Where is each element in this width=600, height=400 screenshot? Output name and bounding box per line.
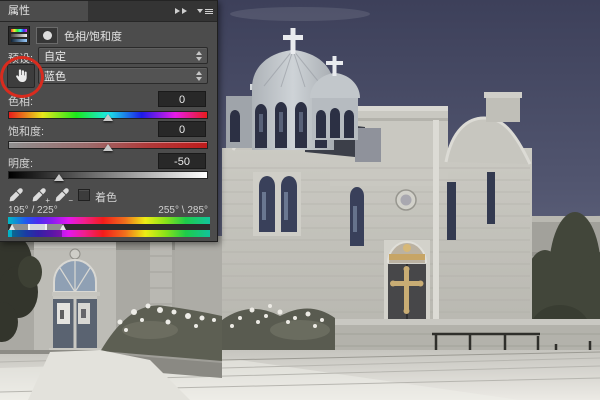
dropdown-spinner-icon xyxy=(196,51,202,61)
preset-value: 自定 xyxy=(44,48,66,64)
eyedropper-minus-icon[interactable]: − xyxy=(54,187,70,203)
lightness-slider-thumb[interactable] xyxy=(54,174,64,181)
targeted-adjustment-button[interactable] xyxy=(7,64,35,88)
saturation-value[interactable]: 0 xyxy=(158,121,206,137)
colorize-label: 着色 xyxy=(95,189,117,205)
range-degrees-left: 195° / 225° xyxy=(8,205,58,216)
saturation-slider-thumb[interactable] xyxy=(103,144,113,151)
eyedropper-plus-icon[interactable]: + xyxy=(31,187,47,203)
adjustment-title: 色相/饱和度 xyxy=(64,28,122,44)
hue-slider[interactable] xyxy=(8,111,208,119)
hue-label: 色相: xyxy=(8,93,33,109)
channel-dropdown[interactable]: 蓝色 xyxy=(38,67,208,84)
hue-slider-thumb[interactable] xyxy=(103,114,113,121)
lightness-slider[interactable] xyxy=(8,171,208,179)
lightness-label: 明度: xyxy=(8,155,33,171)
properties-panel: 属性 色相/饱和度 预设: 自定 蓝色 xyxy=(0,0,218,242)
collapse-to-icons-icon[interactable] xyxy=(175,8,189,14)
colorize-checkbox[interactable] xyxy=(78,189,90,201)
panel-header: 属性 xyxy=(0,1,217,22)
hue-saturation-adjustment-icon xyxy=(8,26,30,45)
adjusted-range-overlay xyxy=(12,230,62,237)
hue-value[interactable]: 0 xyxy=(158,91,206,107)
dropdown-spinner-icon xyxy=(196,71,202,81)
hue-spectrum-bar-bottom xyxy=(8,230,210,237)
adjustment-title-row: 色相/饱和度 xyxy=(8,26,122,45)
hue-spectrum-bar-top xyxy=(8,217,210,224)
eyedropper-icon[interactable] xyxy=(8,187,24,203)
screenshot: 属性 色相/饱和度 预设: 自定 蓝色 xyxy=(0,0,600,400)
saturation-slider[interactable] xyxy=(8,141,208,149)
tab-properties[interactable]: 属性 xyxy=(0,1,88,21)
saturation-label: 饱和度: xyxy=(8,123,44,139)
mask-thumbnail-icon xyxy=(36,27,58,44)
range-degrees-right: 255° \ 285° xyxy=(158,205,208,216)
preset-dropdown[interactable]: 自定 xyxy=(38,47,208,64)
panel-menu-icon[interactable] xyxy=(197,9,213,14)
hand-pointer-icon xyxy=(12,68,31,85)
lightness-value[interactable]: -50 xyxy=(158,153,206,169)
channel-value: 蓝色 xyxy=(44,68,66,84)
